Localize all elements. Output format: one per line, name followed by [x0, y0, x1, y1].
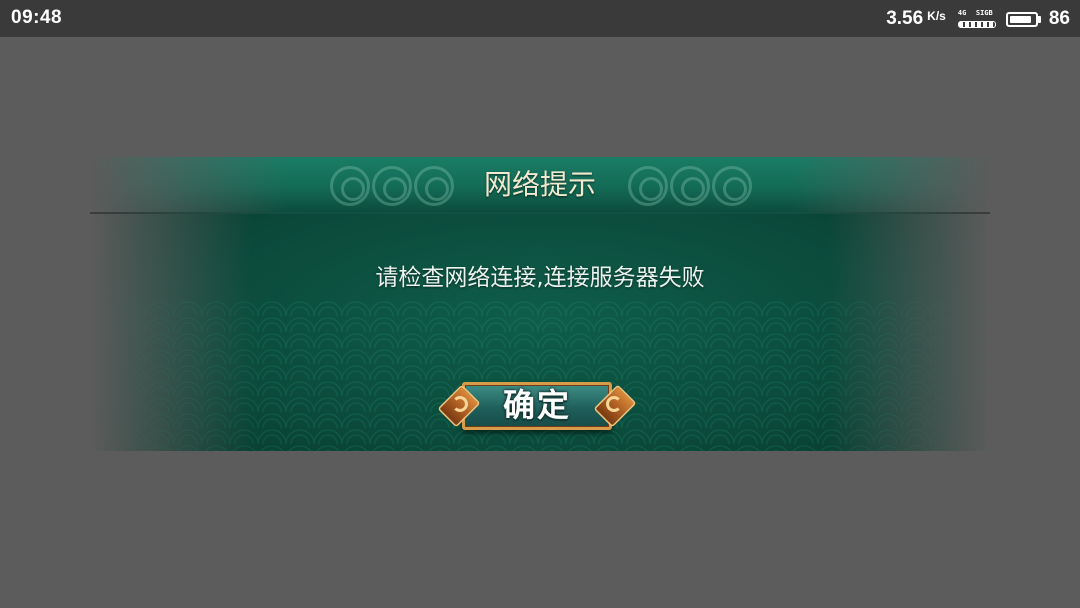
status-time: 09:48: [11, 7, 63, 28]
network-speed-unit: K/s: [927, 9, 946, 23]
confirm-button-label[interactable]: 确定: [462, 382, 612, 430]
battery-fill: [1009, 15, 1031, 23]
battery-icon: [1005, 11, 1041, 27]
sim-label: SIGB: [975, 9, 993, 17]
battery-level: 86: [1048, 8, 1070, 29]
confirm-button[interactable]: 确定: [437, 378, 637, 438]
signal-bars-icon: [957, 21, 996, 28]
cellular-signal-icon: 4G SIGB: [957, 7, 998, 31]
network-speed-value: 3.56: [886, 8, 924, 29]
network-type-label: 4G: [957, 9, 967, 17]
status-indicators: 3.56 K/s 4G SIGB 86: [886, 6, 1070, 32]
dialog-message: 请检查网络连接,连接服务器失败: [375, 265, 705, 291]
network-speed: 3.56 K/s: [886, 8, 946, 30]
dialog-title: 网络提示: [483, 168, 596, 201]
status-bar: 09:48 3.56 K/s 4G SIGB 86: [0, 0, 1080, 37]
